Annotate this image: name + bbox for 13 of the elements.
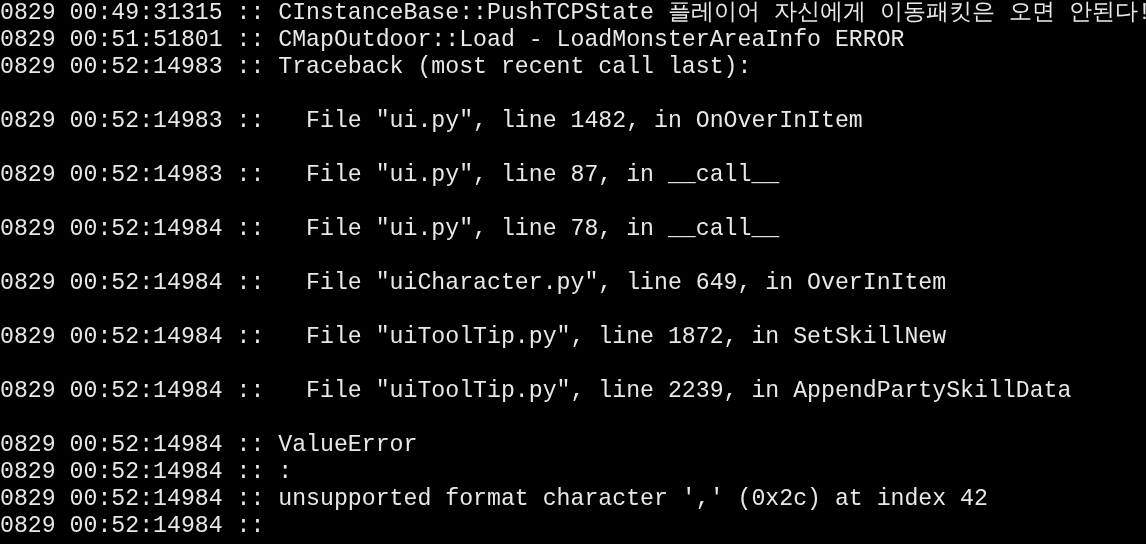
log-line: 0829 00:52:14984 :: File "uiToolTip.py", line 2239, in AppendPartySkillData — [0, 378, 1072, 405]
log-line: 0829 00:52:14983 :: File "ui.py", line 1482, in OnOverInItem — [0, 108, 863, 135]
log-line: 0829 00:52:14984 :: ValueError — [0, 432, 418, 459]
log-line: 0829 00:52:14984 :: unsupported format character ',' (0x2c) at index 42 — [0, 486, 988, 513]
log-line: 0829 00:52:14983 :: Traceback (most recent call last): — [0, 54, 752, 81]
log-line: 0829 00:52:14984 :: File "ui.py", line 78, in __call__ — [0, 216, 780, 243]
log-line: 0829 00:51:51801 :: CMapOutdoor::Load - LoadMonsterAreaInfo ERROR — [0, 27, 905, 54]
log-line: 0829 00:52:14984 :: File "uiCharacter.py", line 649, in OverInItem — [0, 270, 947, 297]
log-line: 0829 00:52:14984 :: File "uiToolTip.py", line 1872, in SetSkillNew — [0, 324, 947, 351]
log-line: 0829 00:52:14984 :: — [0, 513, 265, 540]
log-line: 0829 00:52:14984 :: : — [0, 459, 293, 486]
log-line: 0829 00:52:14983 :: File "ui.py", line 87, in __call__ — [0, 162, 780, 189]
log-line: 0829 00:49:31315 :: CInstanceBase::PushTCPState 플레이어 자신에게 이동패킷은 오면 안된다! — [0, 0, 1146, 27]
